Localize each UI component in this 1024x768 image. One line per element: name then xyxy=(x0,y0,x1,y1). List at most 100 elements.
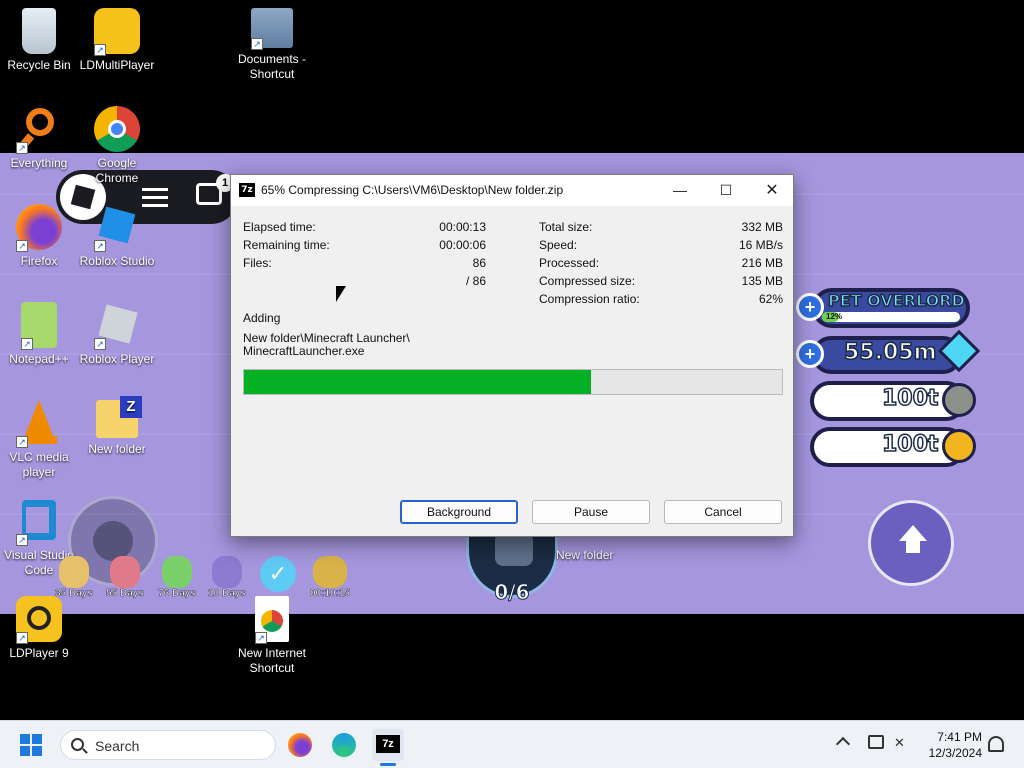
boost-item: 10 Days xyxy=(204,556,250,599)
desktop-icon-label: VLC media player xyxy=(9,450,69,479)
search-placeholder: Search xyxy=(95,738,140,754)
compression-ratio-value: 62% xyxy=(758,292,783,306)
potion-icon xyxy=(59,556,89,588)
current-file-line1: New folder\Minecraft Launcher\ xyxy=(243,331,410,345)
chrome-icon xyxy=(94,106,140,152)
remaining-time-label: Remaining time: xyxy=(243,238,330,252)
search-icon-handle xyxy=(82,748,88,754)
desktop-icon-ldplayer[interactable]: ↗ LDPlayer 9 xyxy=(0,596,78,661)
boost-label: 00:10:15 xyxy=(309,588,351,600)
desktop-icon-recycle-bin[interactable]: Recycle Bin xyxy=(0,8,78,73)
boost-item: 55 Days xyxy=(102,556,148,599)
maximize-button[interactable]: ☐ xyxy=(703,175,749,206)
total-size-label: Total size: xyxy=(539,220,593,234)
desktop-screen: 1 Recycle Bin ↗ LDMultiPlayer ↗ Document… xyxy=(0,0,1024,768)
total-size-value: 332 MB xyxy=(741,220,783,234)
pet-overlord-plus-button[interactable]: + xyxy=(796,293,824,321)
taskbar-search-box[interactable]: Search xyxy=(60,730,276,760)
desktop-icon-roblox-studio[interactable]: ↗ Roblox Studio xyxy=(78,204,156,269)
clock-time: 7:41 PM xyxy=(937,730,982,744)
desktop-icon-new-folder-2[interactable]: New folder xyxy=(556,548,613,562)
remaining-time-value: 00:00:06 xyxy=(439,238,486,252)
pet-overlord-progress xyxy=(822,312,960,322)
dialog-titlebar[interactable]: 7z 65% Compressing C:\Users\VM6\Desktop\… xyxy=(231,175,793,206)
jump-button[interactable] xyxy=(868,500,954,586)
elapsed-time-value: 00:00:13 xyxy=(439,220,486,234)
pause-button[interactable]: Pause xyxy=(532,500,650,524)
everything-search-icon: ↗ xyxy=(16,106,62,154)
files-value: 86 xyxy=(472,256,486,270)
desktop-icon-label: LDPlayer 9 xyxy=(9,646,69,660)
gems-value: 55.05m xyxy=(843,339,937,366)
taskbar-edge[interactable] xyxy=(328,729,360,761)
dialog-title: 65% Compressing C:\Users\VM6\Desktop\New… xyxy=(261,183,564,197)
desktop-icon-new-internet-shortcut[interactable]: ↗ New Internet Shortcut xyxy=(233,596,311,676)
windows-logo-icon xyxy=(20,734,42,756)
notification-bell-icon[interactable] xyxy=(988,736,1004,752)
background-button[interactable]: Background xyxy=(400,500,518,524)
desktop-icon-label: Everything xyxy=(10,156,68,170)
potion-icon xyxy=(110,556,140,588)
desktop-icon-label: Notepad++ xyxy=(9,352,69,366)
desktop-icon-label: New folder xyxy=(88,442,146,456)
vlc-cone-icon: ↗ xyxy=(16,400,62,448)
desktop-icon-new-folder[interactable]: Z New folder xyxy=(78,396,156,457)
desktop-icon-roblox-player[interactable]: ↗ Roblox Player xyxy=(78,302,156,367)
desktop-icon-everything[interactable]: ↗ Everything xyxy=(0,106,78,171)
roblox-studio-icon: ↗ xyxy=(94,204,140,252)
show-hidden-icons-chevron-icon[interactable] xyxy=(835,736,851,752)
vscode-icon: ↗ xyxy=(16,498,62,546)
arrow-up-icon xyxy=(899,525,927,541)
gems-plus-button[interactable]: + xyxy=(796,340,824,368)
boost-label: 35 Days xyxy=(55,588,93,600)
current-action-label: Adding xyxy=(243,311,281,325)
pet-overlord-label: PET OVERLORD xyxy=(827,290,965,311)
7zip-icon: 7z xyxy=(376,735,400,753)
files-label: Files: xyxy=(243,256,272,270)
desktop-icon-vlc[interactable]: ↗ VLC media player xyxy=(0,400,78,480)
desktop-icon-label: Documents - Shortcut xyxy=(237,52,307,81)
cat-pet-icon xyxy=(495,532,533,566)
desktop-icon-label: Firefox xyxy=(20,254,58,268)
cancel-button[interactable]: Cancel xyxy=(664,500,782,524)
minimize-button[interactable]: — xyxy=(657,175,703,206)
boost-item: 35 Days xyxy=(52,556,96,599)
elapsed-time-label: Elapsed time: xyxy=(243,220,316,234)
boost-item: 00:10:15 xyxy=(306,556,354,599)
current-file-line2: MinecraftLauncher.exe xyxy=(243,344,365,358)
desktop-icon-label: Google Chrome xyxy=(95,156,139,185)
desktop-icon-label: Roblox Player xyxy=(79,352,155,366)
pet-counter-value: 0/6 xyxy=(494,580,530,605)
firefox-icon xyxy=(288,733,312,757)
taskbar-7zip[interactable]: 7z xyxy=(372,729,404,766)
desktop-icon-google-chrome[interactable]: Google Chrome xyxy=(78,106,156,186)
desktop-icon-ldmultiplayer[interactable]: ↗ LDMultiPlayer xyxy=(78,8,156,73)
compressed-size-label: Compressed size: xyxy=(539,274,636,288)
potion-icon xyxy=(212,556,242,588)
network-icon[interactable] xyxy=(868,735,884,749)
clock-date: 12/3/2024 xyxy=(928,746,982,760)
boost-item: 76 Days xyxy=(154,556,200,599)
desktop-icon-firefox[interactable]: ↗ Firefox xyxy=(0,204,78,269)
desktop-icon-notepad-plus-plus[interactable]: ↗ Notepad++ xyxy=(0,302,78,367)
roblox-player-icon: ↗ xyxy=(94,302,140,350)
desktop-icon-label: LDMultiPlayer xyxy=(79,58,155,72)
ldmultiplayer-icon: ↗ xyxy=(94,8,140,56)
taskbar: Search 7z ✕ 7:41 PM 12/3/2024 xyxy=(0,720,1024,768)
desktop-icon-label: New Internet Shortcut xyxy=(237,646,307,675)
7zip-app-icon: 7z xyxy=(239,183,255,197)
processed-label: Processed: xyxy=(539,256,600,270)
system-clock[interactable]: 7:41 PM 12/3/2024 xyxy=(929,729,982,761)
close-button[interactable]: ✕ xyxy=(749,175,795,206)
compressed-size-value: 135 MB xyxy=(741,274,783,288)
mouse-cursor-icon xyxy=(336,286,346,302)
volume-muted-icon[interactable]: ✕ xyxy=(894,736,908,750)
speed-value: 16 MB/s xyxy=(738,238,783,252)
internet-shortcut-icon: ↗ xyxy=(255,596,289,644)
joystick-knob[interactable] xyxy=(93,521,133,561)
edge-icon xyxy=(332,733,356,757)
desktop-icon-documents-shortcut[interactable]: ↗ Documents - Shortcut xyxy=(233,8,311,82)
compression-progress-bar xyxy=(243,369,783,395)
start-button[interactable] xyxy=(20,734,42,756)
taskbar-firefox[interactable] xyxy=(284,729,316,761)
